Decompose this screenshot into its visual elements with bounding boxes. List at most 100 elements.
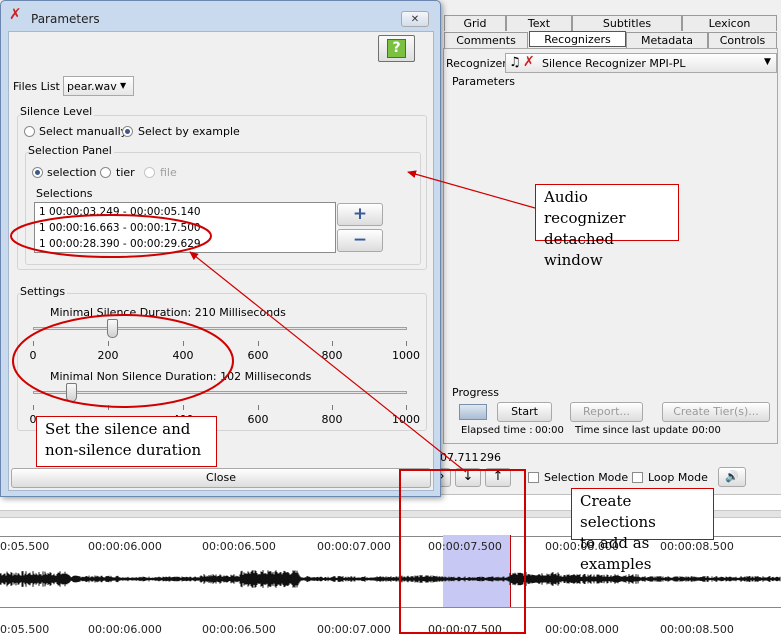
time-label: 00:00:07.000 — [317, 540, 391, 553]
tab-grid[interactable]: Grid — [444, 15, 506, 31]
dialog-title: Parameters — [31, 12, 100, 26]
recognizer-label: Recognizer: — [446, 57, 511, 70]
progress-bar — [459, 404, 487, 420]
recognizer-value: Silence Recognizer MPI-PL — [542, 57, 686, 70]
minus-icon: − — [352, 230, 368, 250]
selection-mode-label: Selection Mode — [544, 471, 629, 484]
loop-mode-label: Loop Mode — [648, 471, 708, 484]
time-label: 00:00:06.000 — [88, 540, 162, 553]
min-silence-track[interactable] — [33, 327, 407, 330]
list-item[interactable]: 1 00:00:03.249 - 00:00:05.140 — [39, 206, 201, 218]
slider-tick — [406, 341, 407, 346]
progress-label: Progress — [452, 386, 499, 399]
help-button[interactable]: ? — [378, 35, 415, 62]
time-label: 00:00:07.500 — [428, 540, 502, 553]
slider-tick-label: 800 — [321, 413, 343, 426]
close-button[interactable]: Close — [11, 468, 431, 488]
files-list-label: Files List : — [13, 80, 68, 93]
select-manually-radio[interactable] — [24, 126, 35, 137]
tab-comments[interactable]: Comments — [444, 32, 528, 48]
close-icon: ✕ — [410, 14, 420, 25]
slider-tick — [258, 405, 259, 410]
ruler-line-bottom — [0, 607, 781, 608]
callout-line: to add as examples — [580, 534, 652, 573]
loop-mode-checkbox[interactable] — [632, 472, 643, 483]
slider-tick — [183, 405, 184, 410]
files-list-value: pear.wav — [67, 80, 117, 93]
plus-icon: + — [352, 204, 368, 224]
time-label: 00:00:07.000 — [317, 623, 391, 635]
min-silence-label: Minimal Silence Duration: 210 Millisecon… — [50, 306, 286, 319]
volume-button[interactable]: 🔊 — [718, 467, 746, 487]
select-manually-label: Select manually — [39, 125, 128, 138]
selection-mode-checkbox[interactable] — [528, 472, 539, 483]
slider-tick-label: 400 — [172, 349, 194, 362]
files-list-select[interactable]: pear.wav ▼ — [63, 76, 134, 96]
slider-tick — [108, 405, 109, 410]
elapsed-value: 00:00 — [535, 425, 564, 436]
chevron-down-icon: ▼ — [764, 57, 771, 67]
file-radio-label: file — [160, 166, 177, 179]
time-label: 00:00:07.500 — [428, 623, 502, 635]
selection-radio-label: selection — [47, 166, 97, 179]
help-icon: ? — [387, 39, 406, 58]
start-button[interactable]: Start — [497, 402, 552, 422]
tab-lexicon[interactable]: Lexicon — [682, 15, 777, 31]
min-nonsilence-track[interactable] — [33, 391, 407, 394]
add-selection-button[interactable]: + — [337, 203, 383, 226]
remove-selection-button[interactable]: − — [337, 229, 383, 252]
slider-tick — [33, 341, 34, 346]
time-label: 00:00:06.500 — [202, 623, 276, 635]
callout-line: Create selections — [580, 492, 656, 531]
speaker-icon: 🔊 — [725, 470, 739, 483]
report-button[interactable]: Report... — [570, 402, 643, 422]
tab-subtitles[interactable]: Subtitles — [572, 15, 682, 31]
arrow-down-icon: ↓ — [462, 469, 474, 484]
create-tiers-button[interactable]: Create Tier(s)... — [662, 402, 770, 422]
tab-metadata[interactable]: Metadata — [626, 32, 708, 48]
move-up-button[interactable]: ↑ — [485, 468, 511, 487]
time-label: 00:00:06.500 — [202, 540, 276, 553]
slider-tick-label: 1000 — [392, 413, 420, 426]
callout-line: Audio recognizer — [544, 188, 626, 227]
select-by-example-radio[interactable] — [122, 126, 133, 137]
selection-panel-title: Selection Panel — [28, 144, 114, 157]
silence-level-title: Silence Level — [20, 105, 95, 118]
callout-line: Set the silence and — [45, 420, 191, 438]
slider-tick — [332, 405, 333, 410]
callout-line: detached window — [544, 230, 614, 269]
tab-recognizers[interactable]: Recognizers — [529, 31, 626, 47]
settings-title: Settings — [20, 285, 68, 298]
app-logo-icon: ✗ — [9, 5, 22, 23]
file-radio — [144, 167, 155, 178]
move-down-button[interactable]: ↓ — [455, 468, 481, 487]
dialog-close-button[interactable]: ✕ — [401, 11, 429, 27]
slider-tick-label: 600 — [247, 349, 269, 362]
select-by-example-label: Select by example — [138, 125, 240, 138]
selection-radio[interactable] — [32, 167, 43, 178]
slider-tick — [332, 341, 333, 346]
slider-tick-label: 1000 — [392, 349, 420, 362]
selections-label: Selections — [36, 187, 93, 200]
tier-radio-label: tier — [116, 166, 135, 179]
time-label: 00:00:08.000 — [545, 623, 619, 635]
recognizer-select[interactable]: ♫ ✗ Silence Recognizer MPI-PL ▼ — [505, 53, 777, 73]
elapsed-label: Elapsed time : — [461, 425, 533, 436]
chevron-down-icon: ▼ — [120, 81, 127, 90]
slider-tick — [108, 341, 109, 346]
time-label: 00:00:08.500 — [660, 623, 734, 635]
slider-tick-label: 0 — [29, 349, 37, 362]
tab-text[interactable]: Text — [506, 15, 572, 31]
callout-line: non-silence duration — [45, 441, 202, 459]
list-item[interactable]: 1 00:00:28.390 - 00:00:29.629 — [39, 238, 201, 250]
time-readout-2: 296 — [480, 451, 501, 464]
slider-tick-label: 800 — [321, 349, 343, 362]
tab-controls[interactable]: Controls — [708, 32, 777, 48]
tier-radio[interactable] — [100, 167, 111, 178]
selections-list[interactable]: 1 00:00:03.249 - 00:00:05.140 1 00:00:16… — [34, 202, 336, 253]
parameters-label: Parameters — [452, 75, 515, 88]
min-nonsilence-slider-thumb[interactable] — [66, 383, 78, 402]
list-item[interactable]: 1 00:00:16.663 - 00:00:17.500 — [39, 222, 201, 234]
callout-create-selections: Create selections to add as examples — [571, 488, 714, 573]
min-silence-slider-thumb[interactable] — [106, 319, 118, 338]
